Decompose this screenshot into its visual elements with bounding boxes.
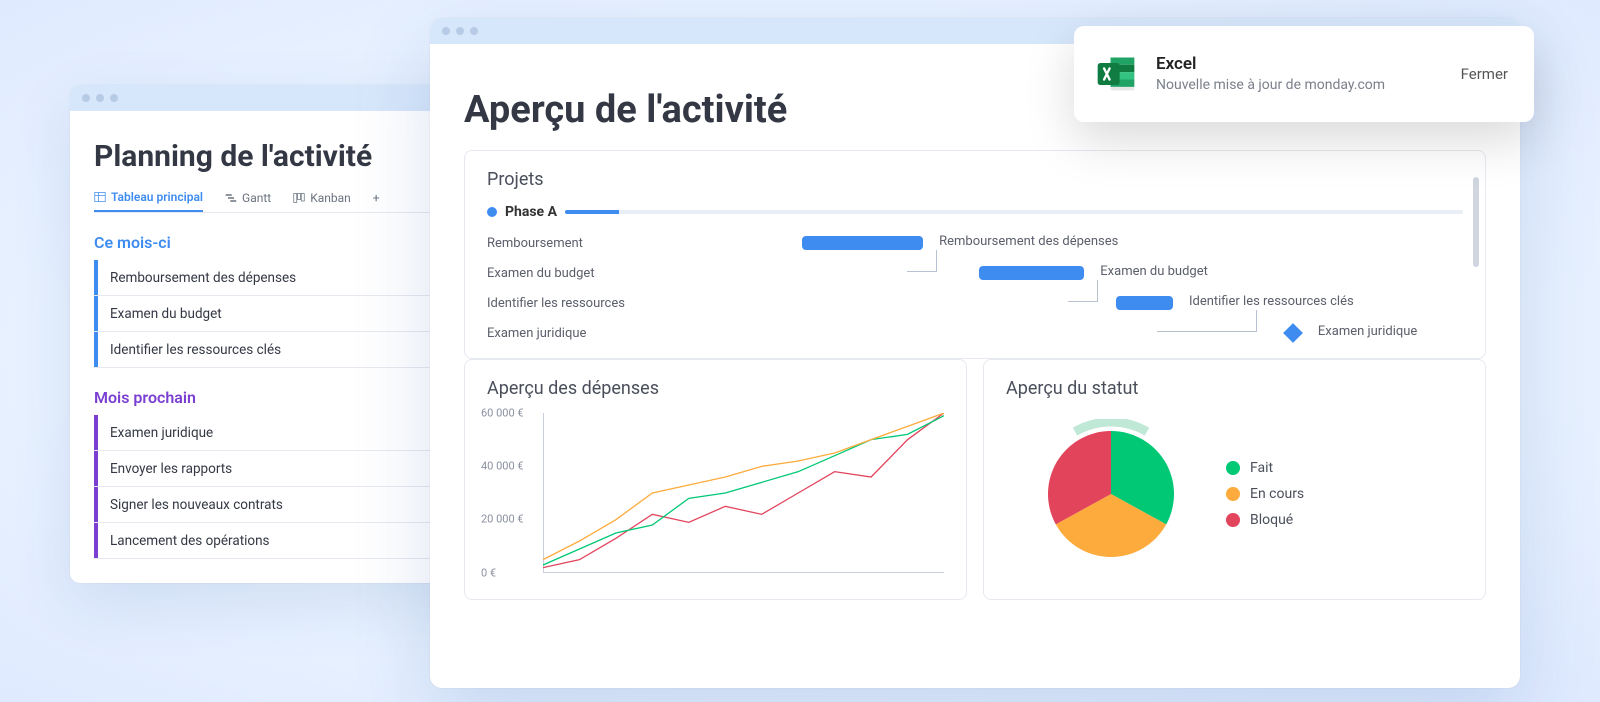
expenses-card: Aperçu des dépenses 60 000 € 40 000 € 20… [464,359,967,600]
gantt-row[interactable]: Remboursement Remboursement des dépenses [487,228,1463,258]
task-name: Signer les nouveaux contrats [98,497,464,513]
task-name: Identifier les ressources clés [98,342,464,358]
legend-label: Bloqué [1250,512,1293,528]
add-view-button[interactable]: + [373,184,380,212]
task-name: Examen du budget [98,306,464,322]
card-heading: Projets [487,169,1463,190]
tab-label: Gantt [242,191,271,205]
gantt-icon [225,192,237,204]
gantt-row[interactable]: Examen juridique Examen juridique [487,318,1463,348]
y-tick: 0 € [481,567,496,580]
gantt-row-label: Examen juridique [487,326,657,341]
y-tick: 60 000 € [481,407,524,420]
gantt-bar[interactable] [1116,296,1172,310]
legend-label: Fait [1250,460,1273,476]
toast-title: Excel [1156,54,1437,74]
phase-dot-icon [487,207,497,217]
y-tick: 40 000 € [481,459,524,472]
legend-item: Bloqué [1226,512,1304,528]
table-icon [94,191,106,203]
status-pie-chart [1036,419,1186,569]
gantt-row-label: Remboursement [487,236,657,251]
tab-label: Tableau principal [111,190,203,204]
phase-timeline [565,210,1463,214]
y-tick: 20 000 € [481,512,524,525]
legend-swatch [1226,487,1240,501]
legend-item: En cours [1226,486,1304,502]
pie-legend: Fait En cours Bloqué [1226,460,1304,528]
excel-icon [1094,52,1138,96]
toast-close-button[interactable]: Fermer [1455,57,1514,91]
expenses-line-chart: 60 000 € 40 000 € 20 000 € 0 € [543,413,944,573]
gantt-row-label: Identifier les ressources [487,296,657,311]
group-title[interactable]: Ce mois-ci [94,233,171,252]
gantt-row[interactable]: Identifier les ressources Identifier les… [487,288,1463,318]
gantt-bar-label: Identifier les ressources clés [1189,294,1354,309]
legend-item: Fait [1226,460,1304,476]
group-title[interactable]: Mois prochain [94,388,196,407]
gantt-bar-label: Remboursement des dépenses [939,234,1118,249]
chart-lines [543,413,944,573]
gantt-bar-label: Examen du budget [1100,264,1208,279]
legend-swatch [1226,461,1240,475]
legend-swatch [1226,513,1240,527]
card-heading: Aperçu du statut [1006,378,1463,399]
gantt-phase-header[interactable]: Phase A [487,204,1463,220]
toast-subtitle: Nouvelle mise à jour de monday.com [1156,76,1437,95]
legend-label: En cours [1250,486,1304,502]
gantt-bar-label: Examen juridique [1318,324,1417,339]
tab-gantt[interactable]: Gantt [225,184,271,212]
task-name: Remboursement des dépenses [98,270,464,286]
plus-icon: + [373,191,380,205]
tab-kanban[interactable]: Kanban [293,184,351,212]
gantt-row-label: Examen du budget [487,266,657,281]
task-name: Envoyer les rapports [98,461,464,477]
gantt-bar[interactable] [979,266,1084,280]
gantt-bar[interactable] [802,236,923,250]
task-name: Examen juridique [98,425,464,441]
card-heading: Aperçu des dépenses [487,378,944,399]
tab-main-table[interactable]: Tableau principal [94,184,203,212]
kanban-icon [293,192,305,204]
notification-toast: Excel Nouvelle mise à jour de monday.com… [1074,26,1534,122]
task-name: Lancement des opérations [98,533,464,549]
gantt-row[interactable]: Examen du budget Examen du budget [487,258,1463,288]
gantt-milestone-icon[interactable] [1283,323,1303,343]
tab-label: Kanban [310,191,351,205]
phase-label: Phase A [505,204,557,220]
scrollbar-thumb[interactable] [1473,177,1479,267]
status-card: Aperçu du statut Fait En cours [983,359,1486,600]
projects-card: Projets Phase A Remboursement Remboursem… [464,150,1486,359]
